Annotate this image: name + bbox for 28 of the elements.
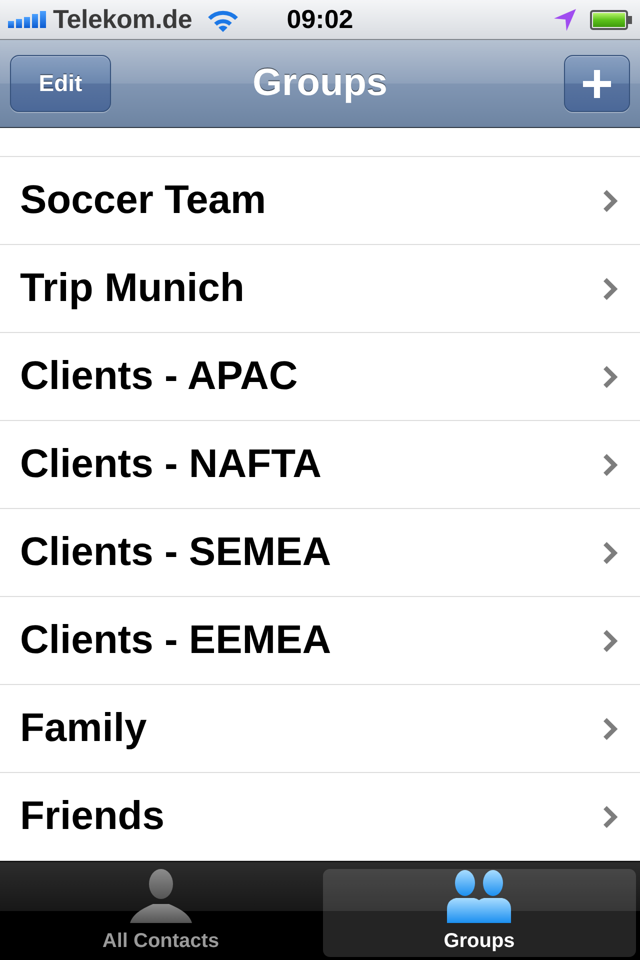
battery-icon — [590, 10, 632, 30]
group-row[interactable]: Trip Munich — [0, 245, 640, 333]
group-row[interactable]: Clients - NAFTA — [0, 421, 640, 509]
carrier-name: Telekom.de — [53, 4, 192, 35]
group-row[interactable]: Clients - EEMEA — [0, 597, 640, 685]
edit-button[interactable]: Edit — [10, 55, 111, 112]
location-arrow-icon — [554, 8, 576, 30]
signal-icon — [8, 11, 48, 28]
chevron-right-icon — [603, 718, 620, 740]
chevron-right-icon — [603, 454, 620, 476]
chevron-right-icon — [603, 542, 620, 564]
status-time: 09:02 — [286, 4, 354, 35]
tab-button[interactable]: All Contacts — [4, 869, 318, 957]
add-button[interactable] — [564, 55, 630, 112]
chevron-right-icon — [603, 366, 620, 388]
two-people-icon — [447, 869, 512, 923]
group-row[interactable]: Clients - SEMEA — [0, 509, 640, 597]
person-icon — [130, 869, 192, 923]
chevron-right-icon — [603, 190, 620, 212]
plus-icon — [583, 70, 611, 98]
chevron-right-icon — [603, 806, 620, 828]
chevron-right-icon — [603, 278, 620, 300]
group-row[interactable]: Family — [0, 685, 640, 773]
group-row[interactable]: Soccer Team — [0, 157, 640, 245]
tab-button[interactable]: Groups — [322, 869, 636, 957]
nav-title: Groups — [252, 62, 388, 105]
group-row[interactable]: Clients - APAC — [0, 333, 640, 421]
chevron-right-icon — [603, 630, 620, 652]
